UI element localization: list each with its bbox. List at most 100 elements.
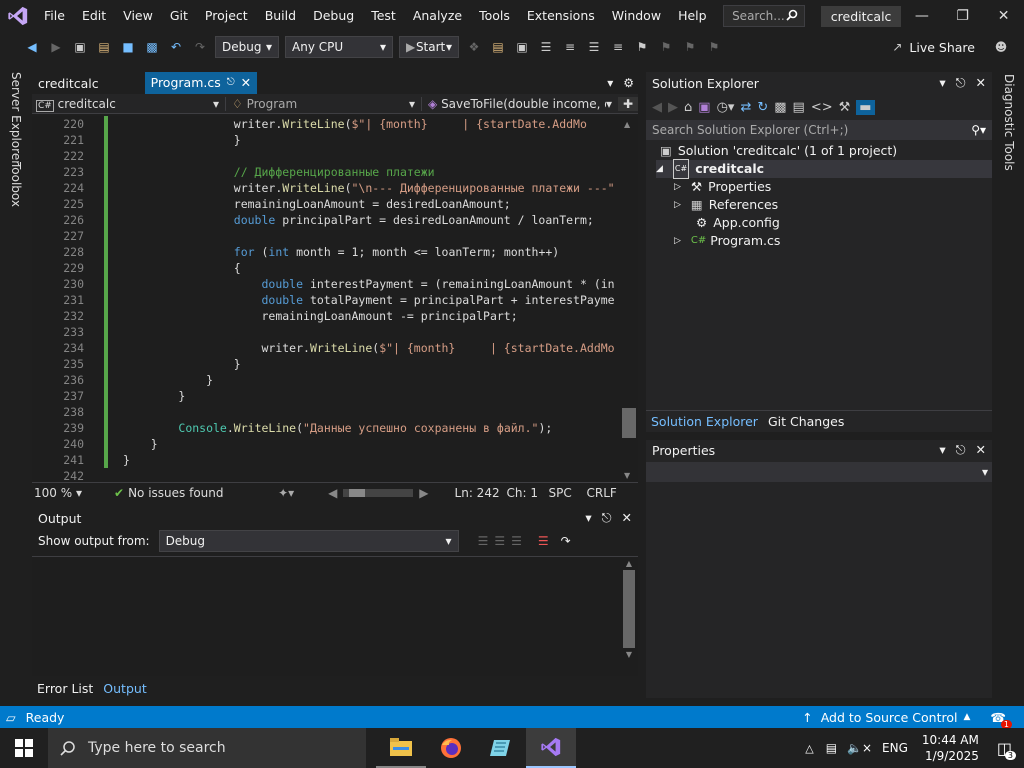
bookmark-clear-icon[interactable]: ⚑ xyxy=(705,38,723,56)
chevron-up-icon[interactable]: △ xyxy=(805,742,813,755)
line-ending-indicator[interactable]: CRLF xyxy=(587,486,617,500)
scroll-thumb[interactable] xyxy=(622,408,636,438)
zoom-select[interactable]: 100 % ▾ xyxy=(32,486,92,500)
tab-error-list[interactable]: Error List xyxy=(32,681,98,696)
indent-icon[interactable]: ≡ xyxy=(561,38,579,56)
pin-icon[interactable]: ⎋ xyxy=(956,442,966,458)
output-scrollbar[interactable]: ▲ ▼ xyxy=(622,559,636,671)
class-dropdown[interactable]: ♢ Program ▾ xyxy=(226,96,422,111)
menu-window[interactable]: Window xyxy=(603,0,669,32)
chevron-down-icon[interactable]: ▾ xyxy=(939,442,945,458)
search-input[interactable]: Search... xyxy=(723,5,805,27)
issues-label[interactable]: No issues found xyxy=(128,486,278,500)
scroll-right-icon[interactable]: ▶ xyxy=(419,486,428,500)
code-line[interactable]: 228 for (int month = 1; month <= loanTer… xyxy=(32,244,638,260)
save-icon[interactable]: ■ xyxy=(119,38,137,56)
refresh-icon[interactable]: ↻ xyxy=(757,100,768,115)
home-icon[interactable]: ⌂ xyxy=(684,100,692,115)
code-line[interactable]: 242 xyxy=(32,468,638,482)
comment-icon[interactable]: ☰ xyxy=(585,38,603,56)
restore-icon[interactable]: ❐ xyxy=(942,0,983,32)
project-dropdown[interactable]: C# creditcalc ▾ xyxy=(32,96,226,112)
code-line[interactable]: 221 } xyxy=(32,132,638,148)
code-line[interactable]: 222 xyxy=(32,148,638,164)
code-line[interactable]: 233 xyxy=(32,324,638,340)
code-line[interactable]: 237 } xyxy=(32,388,638,404)
editor-scrollbar[interactable]: ▲ ▼ xyxy=(620,116,638,482)
source-control-button[interactable]: Add to Source Control xyxy=(821,710,958,725)
code-line[interactable]: 239 Console.WriteLine("Данные успешно со… xyxy=(32,420,638,436)
code-editor[interactable]: 220 writer.WriteLine($"| {month} | {star… xyxy=(32,116,638,482)
action-center-icon[interactable]: ◫ 3 xyxy=(997,739,1016,760)
bookmark-prev-icon[interactable]: ⚑ xyxy=(657,38,675,56)
config-select[interactable]: Debug ▾ xyxy=(215,36,279,58)
tree-program-cs[interactable]: ▷ C# Program.cs xyxy=(674,232,780,250)
menu-help[interactable]: Help xyxy=(670,0,716,32)
feedback-icon[interactable]: ☻ xyxy=(992,38,1010,56)
volume-muted-icon[interactable]: 🔈× xyxy=(847,741,872,755)
redo-icon[interactable]: ↷ xyxy=(191,38,209,56)
code-line[interactable]: 230 double interestPayment = (remainingL… xyxy=(32,276,638,292)
menu-file[interactable]: File xyxy=(36,0,74,32)
close-tab-icon[interactable]: ✕ xyxy=(241,75,251,90)
output-source-select[interactable]: Debug ▾ xyxy=(158,530,459,552)
pin-icon[interactable]: ⎋ xyxy=(227,77,235,88)
code-line[interactable]: 227 xyxy=(32,228,638,244)
horizontal-scrollbar[interactable] xyxy=(343,488,414,497)
back-icon[interactable]: ◀ xyxy=(652,100,662,115)
undo-icon[interactable]: ↶ xyxy=(167,38,185,56)
show-all-files-icon[interactable]: ▤ xyxy=(793,100,805,115)
open-file-icon[interactable]: ▤ xyxy=(489,38,507,56)
menu-debug[interactable]: Debug xyxy=(305,0,363,32)
code-line[interactable]: 225 remainingLoanAmount = desiredLoanAmo… xyxy=(32,196,638,212)
clock[interactable]: 10:44 AM 1/9/2025 xyxy=(922,732,979,764)
code-line[interactable]: 226 double principalPart = desiredLoanAm… xyxy=(32,212,638,228)
scroll-left-icon[interactable]: ◀ xyxy=(328,486,337,500)
sync-icon[interactable]: ⇄ xyxy=(740,100,751,115)
diagnostic-tools-tab[interactable]: Diagnostic Tools xyxy=(1002,74,1016,171)
close-icon[interactable]: ✕ xyxy=(976,442,986,458)
back-icon[interactable]: ◀ xyxy=(23,38,41,56)
menu-extensions[interactable]: Extensions xyxy=(518,0,603,32)
close-icon[interactable]: ✕ xyxy=(983,0,1024,32)
code-line[interactable]: 229 { xyxy=(32,260,638,276)
line-indicator[interactable]: Ln: 242 xyxy=(455,486,507,500)
visual-studio-taskbar-icon[interactable] xyxy=(526,728,576,768)
bookmark-next-icon[interactable]: ⚑ xyxy=(681,38,699,56)
tab-overflow-icon[interactable]: ▾ xyxy=(601,72,619,94)
tree-app-config[interactable]: ⚙ App.config xyxy=(696,214,780,232)
tab-solution-explorer[interactable]: Solution Explorer xyxy=(646,414,763,429)
goto-icon[interactable]: ☰ xyxy=(511,534,522,548)
menu-build[interactable]: Build xyxy=(256,0,304,32)
network-icon[interactable]: ▤ xyxy=(826,741,837,755)
scroll-thumb[interactable] xyxy=(623,570,635,648)
align-icon[interactable]: ☰ xyxy=(537,38,555,56)
tab-creditcalc[interactable]: creditcalc xyxy=(32,72,105,94)
save-all-icon[interactable]: ▩ xyxy=(143,38,161,56)
tab-git-changes[interactable]: Git Changes xyxy=(763,414,849,429)
pin-icon[interactable]: ⎋ xyxy=(956,75,966,91)
minimize-icon[interactable]: — xyxy=(901,0,942,32)
menu-tools[interactable]: Tools xyxy=(471,0,519,32)
properties-wrench-icon[interactable]: ⚒ xyxy=(839,100,851,115)
platform-select[interactable]: Any CPU ▾ xyxy=(285,36,393,58)
close-icon[interactable]: ✕ xyxy=(622,510,632,526)
fire-icon[interactable]: ❖ xyxy=(465,38,483,56)
prev-message-icon[interactable]: ☰ xyxy=(478,534,489,548)
toolbox-tab[interactable]: Toolbox xyxy=(9,162,23,207)
tree-solution[interactable]: ▣ Solution 'creditcalc' (1 of 1 project) xyxy=(660,142,897,160)
brush-icon[interactable]: ✦▾ xyxy=(278,486,308,500)
server-explorer-tab[interactable]: Server Explorer xyxy=(9,72,23,165)
code-line[interactable]: 235 } xyxy=(32,356,638,372)
code-line[interactable]: 224 writer.WriteLine("\n--- Дифференциро… xyxy=(32,180,638,196)
bookmark-icon[interactable]: ⚑ xyxy=(633,38,651,56)
code-line[interactable]: 223 // Дифференцированные платежи xyxy=(32,164,638,180)
col-indicator[interactable]: Ch: 1 xyxy=(507,486,549,500)
chevron-up-icon[interactable]: ▲ xyxy=(964,712,971,722)
screenshot-icon[interactable]: ▣ xyxy=(513,38,531,56)
menu-edit[interactable]: Edit xyxy=(73,0,114,32)
notepad-app-icon[interactable] xyxy=(476,728,526,768)
close-icon[interactable]: ✕ xyxy=(976,75,986,91)
chevron-down-icon[interactable]: ▾ xyxy=(939,75,945,91)
open-folder-icon[interactable]: ▤ xyxy=(95,38,113,56)
